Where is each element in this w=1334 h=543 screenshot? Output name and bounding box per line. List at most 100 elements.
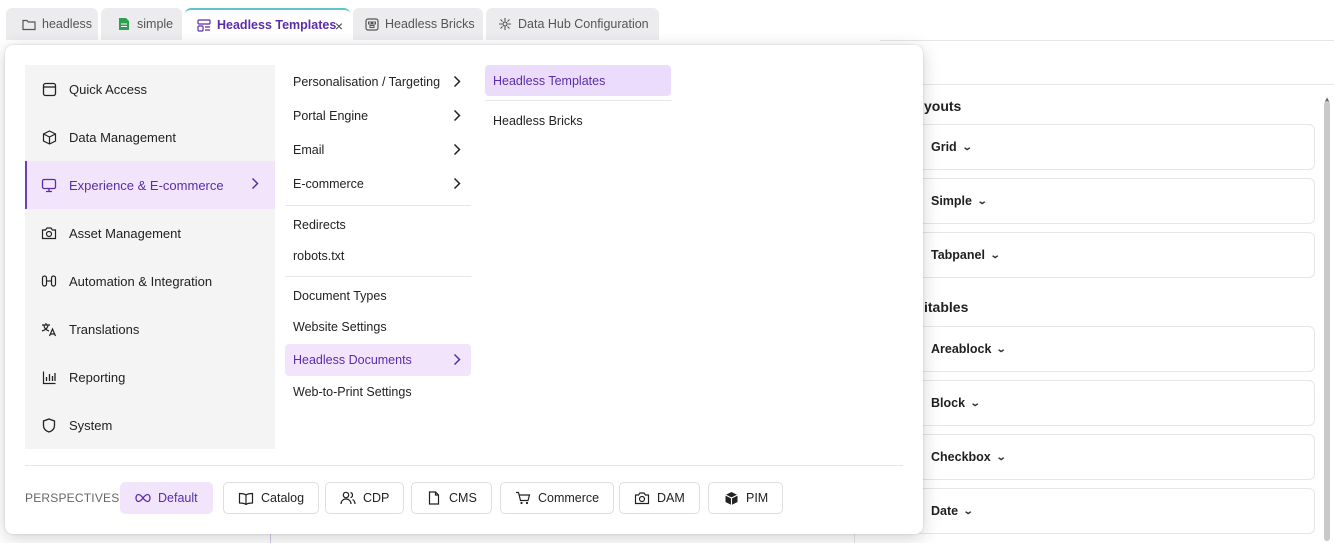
menu-item-data-management[interactable]: Data Management: [25, 113, 275, 161]
menu-item-experience-ecommerce[interactable]: Experience & E-commerce: [25, 161, 275, 209]
submenu-item-ecommerce[interactable]: E-commerce: [285, 168, 471, 200]
item-label: Tabpanel: [931, 248, 985, 262]
submenu-item-web-to-print-settings[interactable]: Web-to-Print Settings: [285, 376, 471, 408]
item-label: Block: [931, 396, 966, 410]
submenu-item-robots-txt[interactable]: robots.txt: [285, 240, 471, 272]
tab-headless[interactable]: headless: [6, 8, 98, 40]
menu-item-label: Data Management: [69, 129, 176, 145]
cart-icon: [515, 491, 531, 505]
menu-item-quick-access[interactable]: Quick Access: [25, 65, 275, 113]
document-icon: [117, 17, 131, 31]
submenu-item-website-settings[interactable]: Website Settings: [285, 311, 471, 343]
menu-item-label: System: [69, 417, 113, 433]
perspective-catalog-button[interactable]: Catalog: [223, 482, 320, 514]
camera-icon: [634, 491, 650, 505]
perspective-pim-button[interactable]: PIM: [708, 482, 784, 514]
editable-item-block[interactable]: Block ⌄: [916, 380, 1315, 426]
submenu-item-label: Document Types: [293, 289, 387, 303]
background-editor-panel: youts Grid ⌄ Simple ⌄ Tabpanel ⌄ itables Ar…: [880, 40, 1334, 543]
submenu-item-label: Portal Engine: [293, 109, 369, 123]
submenu-divider: [285, 205, 471, 206]
perspective-dam-button[interactable]: DAM: [619, 482, 700, 514]
datahub-icon: [498, 17, 512, 31]
item-label: Grid: [931, 140, 957, 154]
chevron-right-icon: [251, 177, 259, 190]
submenu-item-document-types[interactable]: Document Types: [285, 280, 471, 312]
chevron-down-icon: ⌄: [996, 343, 1008, 355]
chevron-right-icon: [453, 353, 461, 366]
tab-label: Headless Bricks: [385, 17, 475, 31]
perspective-label: Catalog: [261, 491, 305, 505]
chart-icon: [41, 369, 57, 385]
menu-item-translations[interactable]: Translations: [25, 305, 275, 353]
perspective-label: CDP: [363, 491, 390, 505]
tab-label: simple: [137, 17, 174, 31]
perspective-label: PIM: [746, 491, 769, 505]
layout-item-tabpanel[interactable]: Tabpanel ⌄: [916, 232, 1315, 278]
layout-item-simple[interactable]: Simple ⌄: [916, 178, 1315, 224]
bricks-icon: [365, 17, 379, 31]
main-navigation-menu: Quick Access Data Management Experience …: [5, 45, 923, 534]
file-icon: [426, 491, 442, 505]
chevron-down-icon: ⌄: [962, 505, 974, 517]
scrollbar[interactable]: [1324, 101, 1330, 541]
submenu-item-label: Headless Documents: [293, 353, 412, 367]
tab-simple[interactable]: simple: [101, 8, 182, 40]
menu-item-automation-integration[interactable]: Automation & Integration: [25, 257, 275, 305]
chevron-right-icon: [453, 109, 461, 122]
camera-icon: [41, 225, 57, 241]
layout-item-grid[interactable]: Grid ⌄: [916, 124, 1315, 170]
perspective-cms-button[interactable]: CMS: [411, 482, 492, 514]
submenu-item-redirects[interactable]: Redirects: [285, 209, 471, 241]
book-icon: [238, 491, 254, 505]
menu-item-reporting[interactable]: Reporting: [25, 353, 275, 401]
submenu-item-portal-engine[interactable]: Portal Engine: [285, 100, 471, 132]
chevron-down-icon: ⌄: [969, 397, 981, 409]
thirdmenu-item-label: Headless Bricks: [493, 113, 583, 128]
close-icon[interactable]: ×: [335, 18, 343, 34]
item-label: Date: [931, 504, 959, 518]
infinity-icon: [135, 491, 151, 505]
chevron-down-icon: ⌄: [976, 195, 988, 207]
tab-bar: headless simple Headless Templates × Hea…: [0, 0, 1334, 40]
submenu-divider: [285, 276, 471, 277]
thirdmenu-item-label: Headless Templates: [493, 73, 606, 88]
box-icon: [723, 491, 739, 505]
chevron-down-icon: ⌄: [989, 249, 1001, 261]
chevron-down-icon: ⌄: [961, 141, 973, 153]
perspective-label: CMS: [449, 491, 477, 505]
menu-item-asset-management[interactable]: Asset Management: [25, 209, 275, 257]
tab-headless-bricks[interactable]: Headless Bricks: [353, 8, 483, 40]
editable-item-date[interactable]: Date ⌄: [916, 488, 1315, 534]
background-toolbar: [880, 41, 1334, 85]
submenu-item-label: robots.txt: [293, 249, 345, 263]
thirdmenu-item-headless-bricks[interactable]: Headless Bricks: [485, 105, 671, 136]
perspective-label: Default: [158, 491, 198, 505]
menu-item-label: Experience & E-commerce: [69, 177, 224, 193]
users-icon: [340, 491, 356, 505]
perspective-cdp-button[interactable]: CDP: [325, 482, 405, 514]
tab-label: Data Hub Configuration: [518, 17, 649, 31]
tab-headless-templates[interactable]: Headless Templates ×: [185, 8, 350, 40]
thirdmenu-item-headless-templates[interactable]: Headless Templates: [485, 65, 671, 96]
editable-item-checkbox[interactable]: Checkbox ⌄: [916, 434, 1315, 480]
tab-data-hub-configuration[interactable]: Data Hub Configuration: [486, 8, 659, 40]
main-menu-column: Quick Access Data Management Experience …: [25, 65, 275, 449]
tab-label: headless: [42, 17, 93, 31]
submenu-item-personalisation-targeting[interactable]: Personalisation / Targeting: [285, 66, 471, 98]
menu-item-label: Quick Access: [69, 81, 148, 97]
template-icon: [197, 18, 211, 32]
submenu-item-email[interactable]: Email: [285, 134, 471, 166]
automation-icon: [41, 273, 57, 289]
submenu-item-label: Redirects: [293, 218, 346, 232]
chevron-right-icon: [453, 177, 461, 190]
perspective-default-button[interactable]: Default: [120, 482, 213, 514]
chevron-right-icon: [453, 143, 461, 156]
editable-item-areablock[interactable]: Areablock ⌄: [916, 326, 1315, 372]
perspective-commerce-button[interactable]: Commerce: [500, 482, 615, 514]
menu-item-label: Reporting: [69, 369, 126, 385]
submenu-item-label: Email: [293, 143, 325, 157]
submenu-item-headless-documents[interactable]: Headless Documents: [285, 344, 471, 376]
menu-item-system[interactable]: System: [25, 401, 275, 449]
perspectives-label: PERSPECTIVES: [25, 491, 120, 505]
